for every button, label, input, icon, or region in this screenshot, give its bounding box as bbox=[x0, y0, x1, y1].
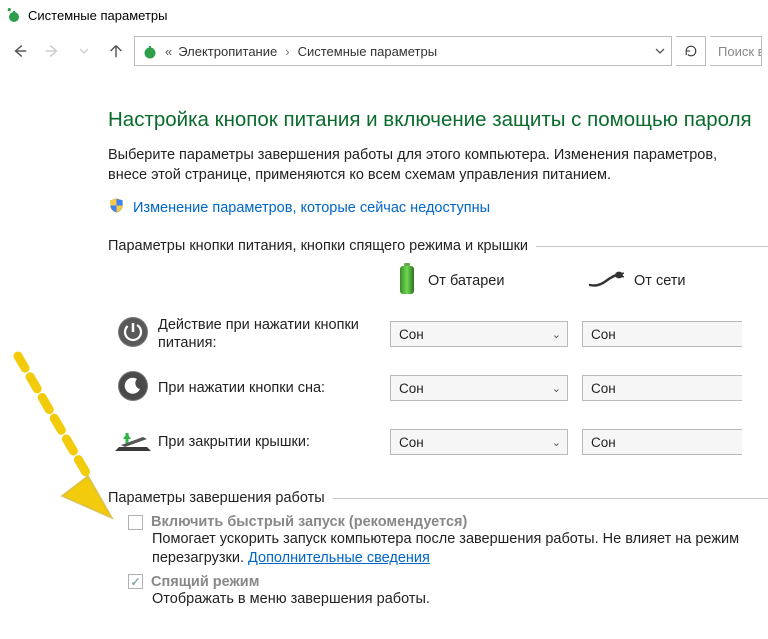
battery-icon bbox=[396, 262, 418, 300]
lid-close-plugged-select[interactable]: Сон bbox=[582, 429, 742, 455]
breadcrumb-item[interactable]: Электропитание bbox=[178, 44, 277, 59]
refresh-button[interactable] bbox=[676, 36, 706, 66]
breadcrumb-item[interactable]: Системные параметры bbox=[298, 44, 437, 59]
navigation-bar: « Электропитание › Системные параметры П… bbox=[0, 30, 768, 70]
recent-dropdown-button[interactable] bbox=[70, 37, 98, 65]
change-unavailable-settings-link[interactable]: Изменение параметров, которые сейчас нед… bbox=[133, 200, 490, 216]
option-title: Включить быстрый запуск (рекомендуется) bbox=[151, 514, 467, 530]
chevron-down-icon: ⌄ bbox=[552, 436, 561, 449]
address-dropdown-button[interactable] bbox=[655, 44, 665, 59]
shutdown-settings-group: Параметры завершения работы Включить быс… bbox=[108, 490, 768, 615]
sleep-mode-checkbox[interactable]: ✓ bbox=[128, 574, 143, 589]
option-fast-startup: Включить быстрый запуск (рекомендуется) … bbox=[128, 514, 768, 568]
app-icon bbox=[6, 7, 22, 23]
setting-label: Действие при нажатии кнопки питания: bbox=[158, 316, 390, 352]
column-header-battery: От батареи bbox=[396, 262, 588, 300]
group-legend: Параметры кнопки питания, кнопки спящего… bbox=[108, 238, 768, 254]
search-input[interactable]: Поиск в bbox=[710, 36, 762, 66]
setting-label: При нажатии кнопки сна: bbox=[158, 379, 390, 397]
back-button[interactable] bbox=[6, 37, 34, 65]
power-plug-icon bbox=[588, 269, 624, 293]
power-button-settings-group: Параметры кнопки питания, кнопки спящего… bbox=[108, 238, 768, 472]
window-title: Системные параметры bbox=[28, 8, 167, 23]
group-legend: Параметры завершения работы bbox=[108, 490, 768, 506]
option-description: Отображать в меню завершения работы. bbox=[152, 590, 762, 609]
forward-button[interactable] bbox=[38, 37, 66, 65]
sleep-button-battery-select[interactable]: Сон ⌄ bbox=[390, 375, 568, 401]
power-button-plugged-select[interactable]: Сон bbox=[582, 321, 742, 347]
chevron-down-icon: ⌄ bbox=[552, 382, 561, 395]
column-header-plugged: От сети bbox=[588, 269, 768, 293]
guillemet-icon: « bbox=[165, 44, 172, 59]
address-icon bbox=[141, 42, 159, 60]
content-pane: Настройка кнопок питания и включение защ… bbox=[0, 70, 768, 615]
shield-icon bbox=[108, 197, 125, 218]
setting-row-lid-close: При закрытии крышки: Сон ⌄ Сон bbox=[108, 418, 768, 466]
chevron-down-icon: ⌄ bbox=[552, 328, 561, 341]
option-sleep-mode: ✓ Спящий режим Отображать в меню заверше… bbox=[128, 574, 768, 609]
option-title: Спящий режим bbox=[151, 574, 259, 590]
setting-row-power-button: Действие при нажатии кнопки питания: Сон… bbox=[108, 310, 768, 358]
page-title: Настройка кнопок питания и включение защ… bbox=[108, 108, 768, 132]
power-button-icon bbox=[116, 315, 150, 353]
title-bar: Системные параметры bbox=[0, 0, 768, 30]
setting-label: При закрытии крышки: bbox=[158, 433, 390, 451]
fast-startup-checkbox[interactable] bbox=[128, 515, 143, 530]
sleep-button-icon bbox=[116, 369, 150, 407]
address-bar[interactable]: « Электропитание › Системные параметры bbox=[134, 36, 672, 66]
sleep-button-plugged-select[interactable]: Сон bbox=[582, 375, 742, 401]
power-button-battery-select[interactable]: Сон ⌄ bbox=[390, 321, 568, 347]
up-button[interactable] bbox=[102, 37, 130, 65]
lid-close-battery-select[interactable]: Сон ⌄ bbox=[390, 429, 568, 455]
setting-row-sleep-button: При нажатии кнопки сна: Сон ⌄ Сон bbox=[108, 364, 768, 412]
intro-text: Выберите параметры завершения работы для… bbox=[108, 146, 758, 185]
chevron-right-icon: › bbox=[285, 44, 289, 59]
option-description: Помогает ускорить запуск компьютера посл… bbox=[152, 530, 762, 568]
laptop-lid-icon bbox=[113, 425, 153, 459]
learn-more-link[interactable]: Дополнительные сведения bbox=[248, 550, 430, 566]
